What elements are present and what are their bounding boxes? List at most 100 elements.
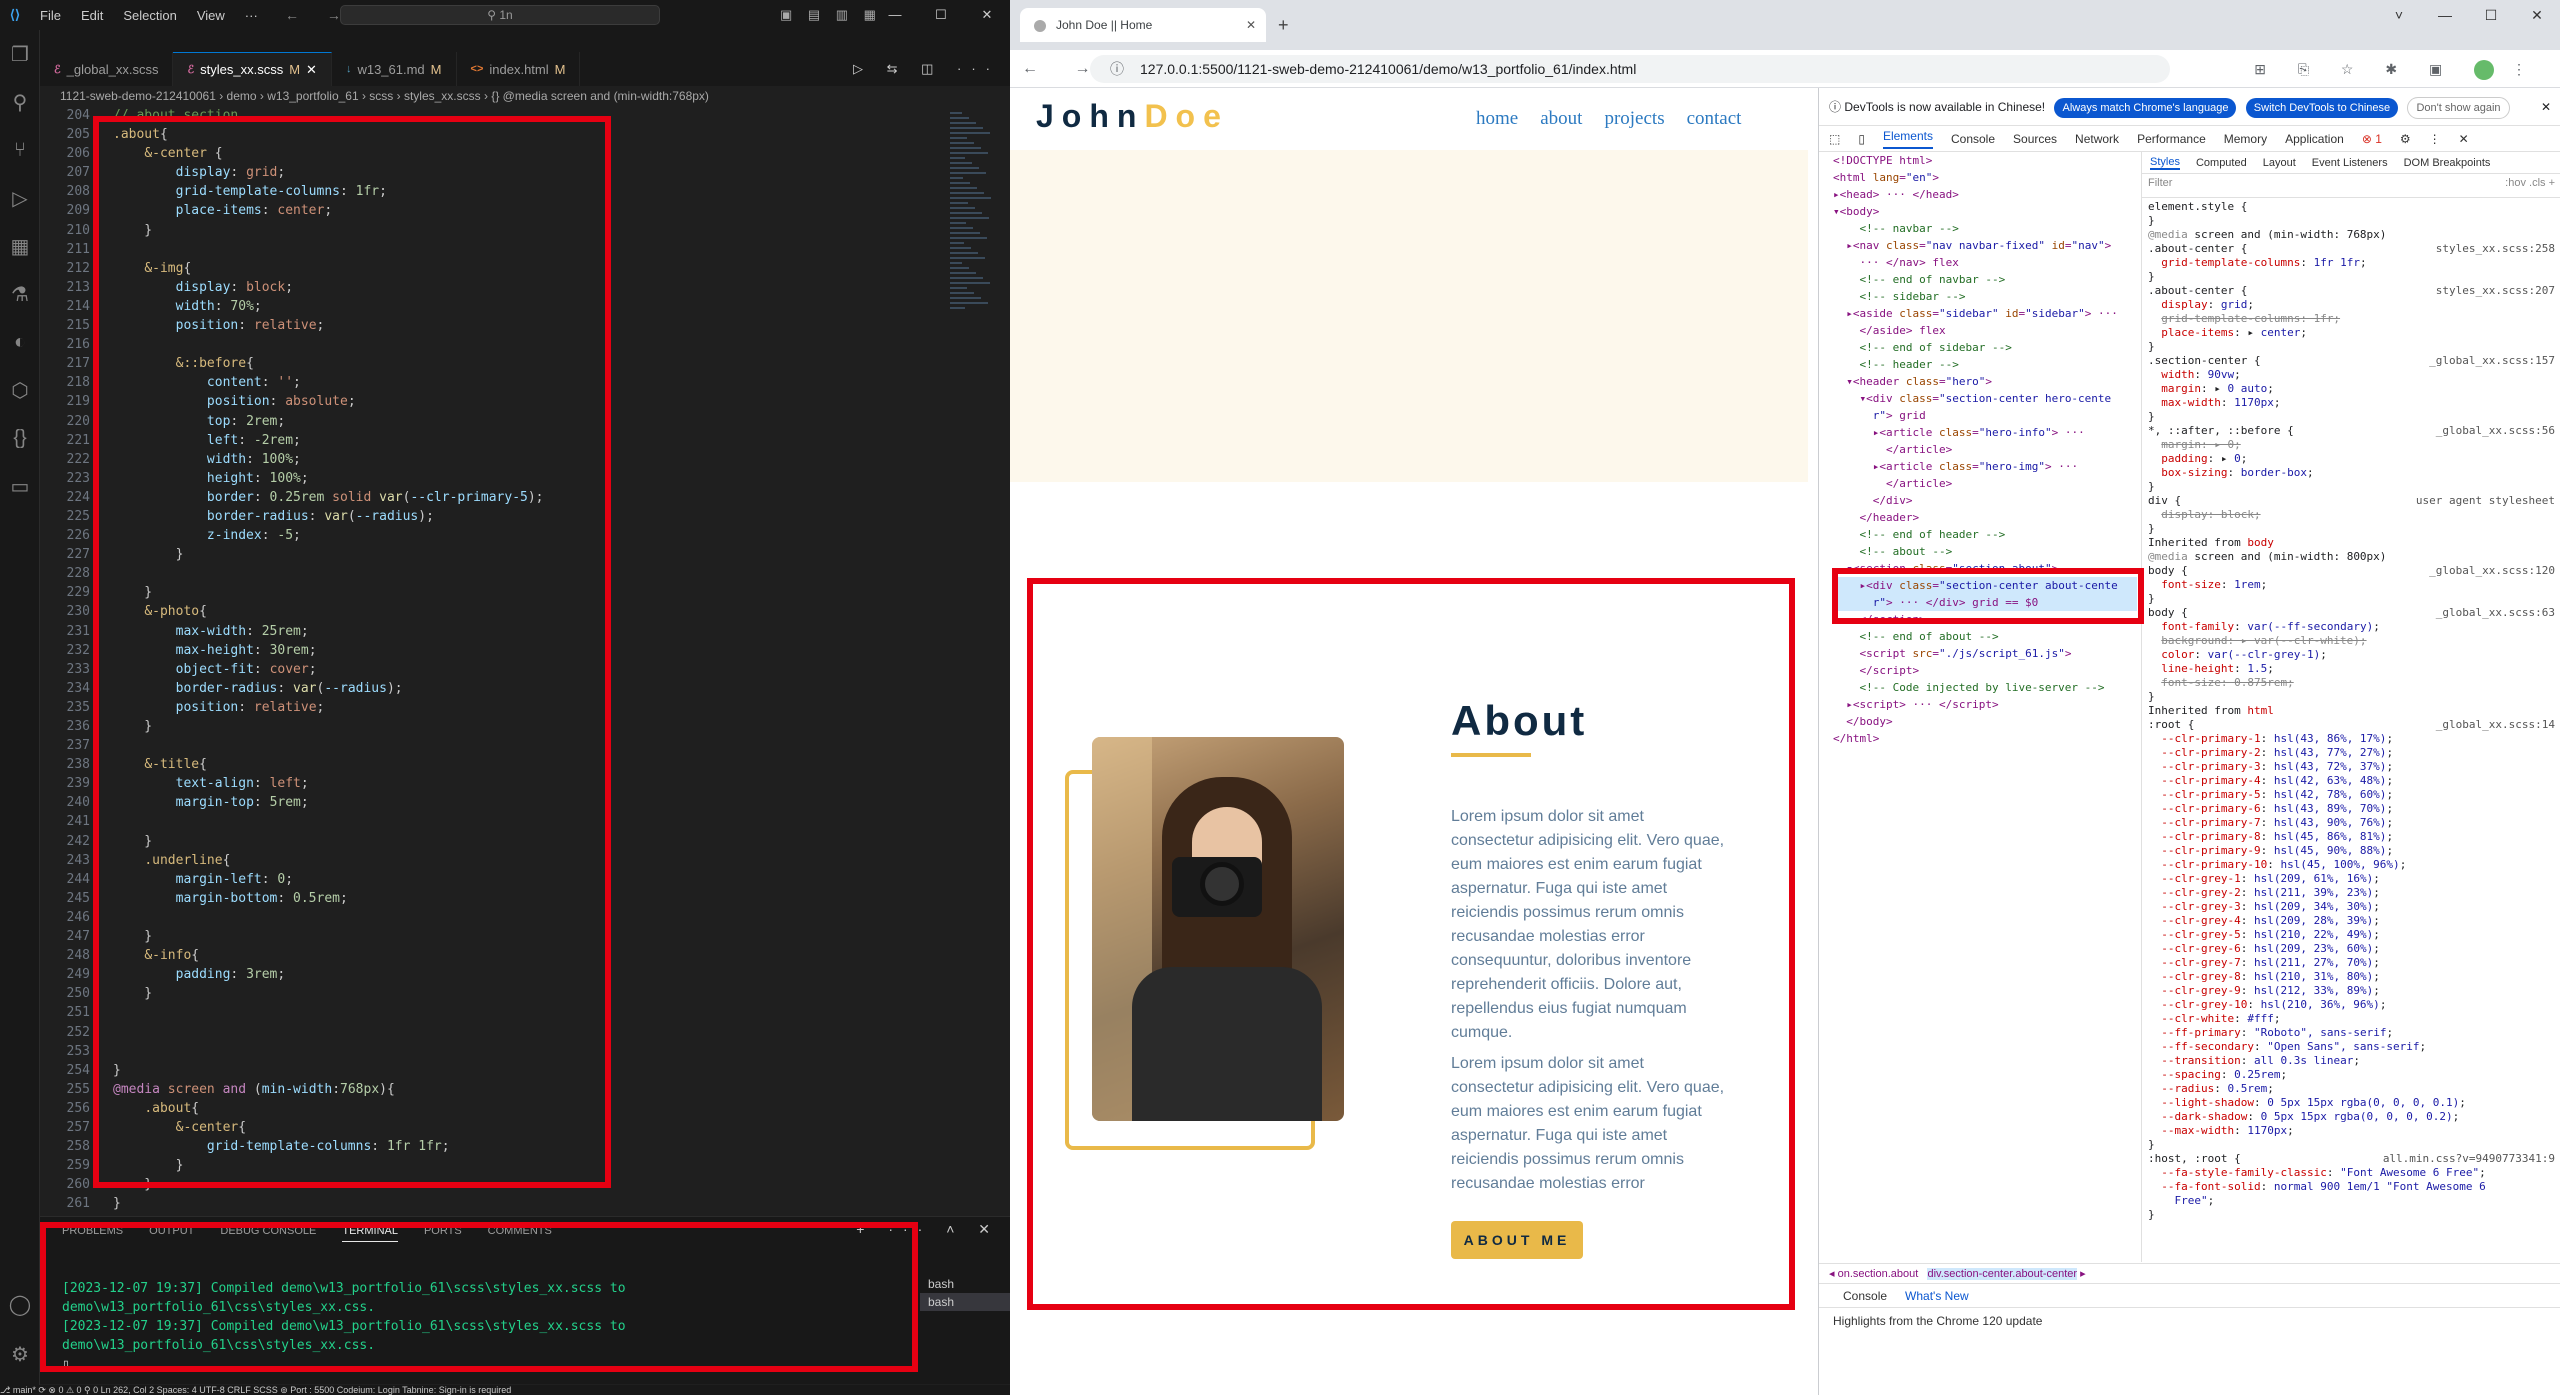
testing-icon[interactable]: ⚗	[0, 270, 40, 318]
drawer-tab-console[interactable]: Console	[1843, 1289, 1887, 1303]
devtools-drawer: Console What's New Highlights from the C…	[1819, 1283, 2560, 1395]
about-me-button[interactable]: ABOUT ME	[1451, 1221, 1583, 1259]
json-icon[interactable]: {}	[0, 414, 40, 462]
package-icon[interactable]: ⬡	[0, 366, 40, 414]
run-debug-icon[interactable]: ▷	[0, 174, 40, 222]
styles-filter[interactable]: Filter :hov .cls +	[2142, 174, 2560, 198]
panel-tab-debug-console[interactable]: DEBUG CONSOLE	[220, 1225, 316, 1242]
menu-view[interactable]: View	[187, 8, 235, 23]
crumb-section[interactable]: on.section.about	[1838, 1268, 1919, 1280]
layout-toggle-icons[interactable]: ▣ ▤ ▥ ▦	[780, 0, 882, 30]
style-rules[interactable]: element.style { } @media screen and (min…	[2142, 198, 2560, 1224]
minimap-line	[950, 162, 972, 164]
match-language-button[interactable]: Always match Chrome's language	[2054, 98, 2237, 118]
tab-md[interactable]: ↓ w13_61.md M	[332, 52, 457, 86]
tab-elements[interactable]: Elements	[1882, 129, 1933, 149]
chevron-down-icon[interactable]: ˅	[2376, 0, 2422, 30]
search-icon[interactable]: ⚲	[0, 78, 40, 126]
menu-more[interactable]: ···	[235, 8, 268, 23]
browser-tab[interactable]: John Doe || Home ✕	[1020, 8, 1266, 42]
minimize-icon[interactable]: —	[872, 0, 918, 30]
panel-tab-comments[interactable]: COMMENTS	[488, 1225, 552, 1242]
tab-styles-scss[interactable]: ℰstyles_xx.scss M ✕	[173, 52, 332, 86]
explorer-icon[interactable]: ❐	[0, 30, 40, 78]
line-number: 236	[66, 719, 90, 734]
tab-close-icon[interactable]: ✕	[1246, 8, 1256, 42]
minimap[interactable]	[900, 106, 1000, 1216]
remote-icon[interactable]: ◐	[0, 318, 40, 366]
site-logo[interactable]: JohnDoe	[1036, 98, 1229, 135]
error-badge[interactable]: ⊗ 1	[2362, 132, 2382, 146]
nav-link-projects[interactable]: projects	[1604, 108, 1664, 130]
extension-icons[interactable]: ⊞ ⎘ ☆ ✱ ▣ ⋮	[2254, 50, 2540, 88]
account-icon[interactable]: ◯	[0, 1280, 40, 1328]
close-icon[interactable]: ✕	[2514, 0, 2560, 30]
panel-actions-icons[interactable]: + ··· ˄ ✕	[856, 1221, 1000, 1238]
logo-last: Doe	[1144, 98, 1229, 134]
minimize-icon[interactable]: —	[2422, 0, 2468, 30]
tab-sources[interactable]: Sources	[2013, 132, 2057, 146]
terminal-output[interactable]: [2023-12-07 19:37] Compiled demo\w13_por…	[62, 1279, 912, 1374]
panel-tab-output[interactable]: OUTPUT	[149, 1225, 194, 1242]
code-content[interactable]: // about section .about{ &-center { disp…	[113, 106, 544, 1213]
editor-actions-icons[interactable]: ▷ ⇆ ◫ ···	[853, 52, 1000, 86]
line-number: 238	[66, 757, 90, 773]
comments-icon[interactable]: ▭	[0, 462, 40, 510]
close-icon[interactable]: ✕	[2541, 88, 2551, 126]
search-text: 1n	[499, 8, 513, 22]
drawer-tab-whats-new[interactable]: What's New	[1905, 1289, 1969, 1303]
tab-memory[interactable]: Memory	[2224, 132, 2267, 146]
breadcrumb[interactable]: 1121-sweb-demo-212410061 › demo › w13_po…	[60, 86, 709, 106]
terminal-session[interactable]: bash	[920, 1275, 1010, 1293]
avatar[interactable]	[2474, 60, 2495, 81]
line-number: 233	[66, 661, 90, 677]
maximize-icon[interactable]: ☐	[2468, 0, 2514, 30]
panel-tab-terminal[interactable]: TERMINAL	[342, 1225, 398, 1242]
line-number: 231	[66, 623, 90, 639]
panel-tab-ports[interactable]: PORTS	[424, 1225, 462, 1242]
filter-input[interactable]: Filter	[2148, 177, 2172, 189]
styles-tab-computed[interactable]: Computed	[2196, 157, 2247, 169]
styles-tab-event-listeners[interactable]: Event Listeners	[2312, 157, 2388, 169]
error-count: 1	[2375, 131, 2382, 146]
tab-performance[interactable]: Performance	[2137, 132, 2206, 146]
source-control-icon[interactable]: ⑂	[0, 126, 40, 174]
dom-tree[interactable]: <!DOCTYPE html> <html lang="en"> ▸<head>…	[1819, 152, 2137, 1262]
more-icon[interactable]: ⋮	[2429, 132, 2441, 146]
menu-edit[interactable]: Edit	[71, 8, 113, 23]
nav-link-about[interactable]: about	[1540, 108, 1582, 130]
settings-gear-icon[interactable]: ⚙	[0, 1330, 40, 1378]
menu-selection[interactable]: Selection	[113, 8, 186, 23]
tab-close-icon[interactable]: ✕	[306, 62, 317, 78]
site-info-icon[interactable]: ⓘ	[1110, 55, 1124, 83]
dont-show-again-button[interactable]: Don't show again	[2407, 97, 2510, 119]
extensions-icon[interactable]: ▦	[0, 222, 40, 270]
tab-index-html[interactable]: <> index.html M	[457, 52, 581, 86]
tab-global-scss[interactable]: ℰ _global_xx.scss	[40, 52, 174, 86]
filter-actions[interactable]: :hov .cls +	[2505, 177, 2555, 189]
close-icon[interactable]: ✕	[2459, 132, 2469, 146]
terminal-session[interactable]: bash	[920, 1293, 1010, 1311]
device-toggle-icon[interactable]: ▯	[1858, 132, 1865, 146]
switch-chinese-button[interactable]: Switch DevTools to Chinese	[2245, 98, 2399, 118]
panel-tab-problems[interactable]: PROBLEMS	[62, 1225, 123, 1242]
settings-gear-icon[interactable]: ⚙	[2400, 132, 2411, 146]
tab-application[interactable]: Application	[2285, 132, 2344, 146]
crumb-div[interactable]: div.section-center.about-center	[1927, 1268, 2078, 1280]
command-center-search[interactable]: ⚲ 1n	[340, 5, 660, 25]
styles-tab-layout[interactable]: Layout	[2263, 157, 2296, 169]
info-icon: ⓘ	[1829, 100, 1842, 114]
address-bar[interactable]: ⓘ 127.0.0.1:5500/1121-sweb-demo-21241006…	[1090, 55, 2170, 83]
menu-file[interactable]: File	[30, 8, 71, 23]
maximize-icon[interactable]: ☐	[918, 0, 964, 30]
nav-link-home[interactable]: home	[1476, 108, 1518, 130]
tab-console[interactable]: Console	[1951, 132, 1995, 146]
new-tab-icon[interactable]: +	[1278, 8, 1289, 42]
nav-link-contact[interactable]: contact	[1687, 108, 1742, 130]
inspect-icon[interactable]: ⬚	[1829, 132, 1840, 146]
code-editor[interactable]: 204 205 206 207 208 209 210 211 212 213 214 215 216 2…	[40, 106, 1010, 1216]
styles-tab-dom-breakpoints[interactable]: DOM Breakpoints	[2404, 157, 2491, 169]
styles-tab-styles[interactable]: Styles	[2150, 156, 2180, 170]
tab-network[interactable]: Network	[2075, 132, 2119, 146]
close-icon[interactable]: ✕	[964, 0, 1010, 30]
